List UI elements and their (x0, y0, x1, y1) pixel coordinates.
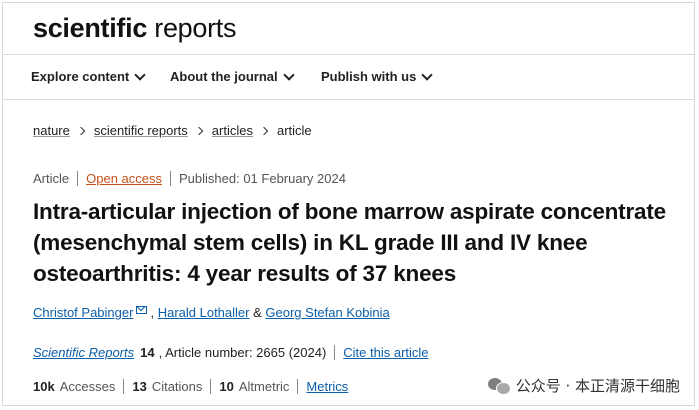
divider (123, 379, 125, 394)
chevron-right-icon (76, 126, 86, 135)
nav-explore-content[interactable]: Explore content (31, 68, 146, 84)
breadcrumb-nature[interactable]: nature (33, 123, 70, 138)
author-list: Christof Pabinger , Harald Lothaller & G… (33, 305, 390, 320)
main-nav: Explore content About the journal Publis… (3, 54, 694, 100)
published-date: Published: 01 February 2024 (179, 171, 346, 186)
divider (297, 379, 299, 394)
author-link[interactable]: Georg Stefan Kobinia (265, 305, 389, 320)
metrics-link[interactable]: Metrics (306, 379, 348, 394)
journal-logo[interactable]: scientific reports (33, 13, 236, 44)
nav-about-journal[interactable]: About the journal (170, 68, 295, 84)
nav-publish-with-us-label: Publish with us (321, 69, 417, 84)
accesses-label: Accesses (59, 379, 116, 394)
article-type: Article (33, 171, 70, 186)
open-access-link[interactable]: Open access (86, 171, 162, 186)
author-link[interactable]: Christof Pabinger (33, 305, 133, 320)
author-link[interactable]: Harald Lothaller (158, 305, 250, 320)
altmetric-count: 10 (219, 379, 234, 394)
nav-publish-with-us[interactable]: Publish with us (321, 68, 434, 84)
citations-label: Citations (151, 379, 203, 394)
chevron-down-icon (421, 68, 434, 81)
breadcrumb-current: article (276, 123, 312, 138)
chevron-down-icon (134, 68, 146, 81)
watermark: 公众号 · 本正清源干细胞 (487, 375, 680, 396)
logo-part-scientific: scientific (33, 13, 148, 43)
journal-link[interactable]: Scientific Reports (33, 345, 134, 360)
divider (77, 171, 79, 186)
article-meta: Article Open access Published: 01 Februa… (33, 171, 346, 186)
accesses-count: 10k (33, 379, 55, 394)
mail-icon[interactable] (136, 305, 148, 314)
article-number: , Article number: 2665 (2024) (158, 345, 327, 360)
divider (170, 171, 171, 186)
chevron-right-icon (194, 126, 204, 135)
page-frame: scientific reports Explore content About… (2, 2, 695, 406)
altmetric-label: Altmetric (238, 379, 290, 394)
watermark-text: 公众号 · 本正清源干细胞 (515, 377, 680, 395)
divider (334, 345, 336, 360)
nav-about-journal-label: About the journal (170, 69, 278, 84)
cite-this-article-link[interactable]: Cite this article (343, 345, 428, 360)
breadcrumb-articles[interactable]: articles (212, 123, 253, 138)
chevron-right-icon (259, 126, 269, 135)
divider (210, 379, 212, 394)
author-separator: , (150, 305, 155, 320)
volume-number: 14 (140, 345, 155, 360)
breadcrumb: nature scientific reports articles artic… (33, 123, 312, 138)
chevron-down-icon (282, 68, 295, 81)
author-and: & (253, 305, 262, 320)
logo-part-reports: reports (147, 13, 237, 43)
nav-explore-content-label: Explore content (31, 69, 130, 84)
citations-count: 13 (132, 379, 147, 394)
wechat-icon (487, 377, 511, 395)
article-metrics: 10k Accesses 13 Citations 10 Altmetric M… (33, 379, 348, 394)
breadcrumb-scientific-reports[interactable]: scientific reports (94, 123, 188, 138)
article-title: Intra-articular injection of bone marrow… (33, 199, 666, 286)
citation-line: Scientific Reports 14 , Article number: … (33, 345, 429, 360)
